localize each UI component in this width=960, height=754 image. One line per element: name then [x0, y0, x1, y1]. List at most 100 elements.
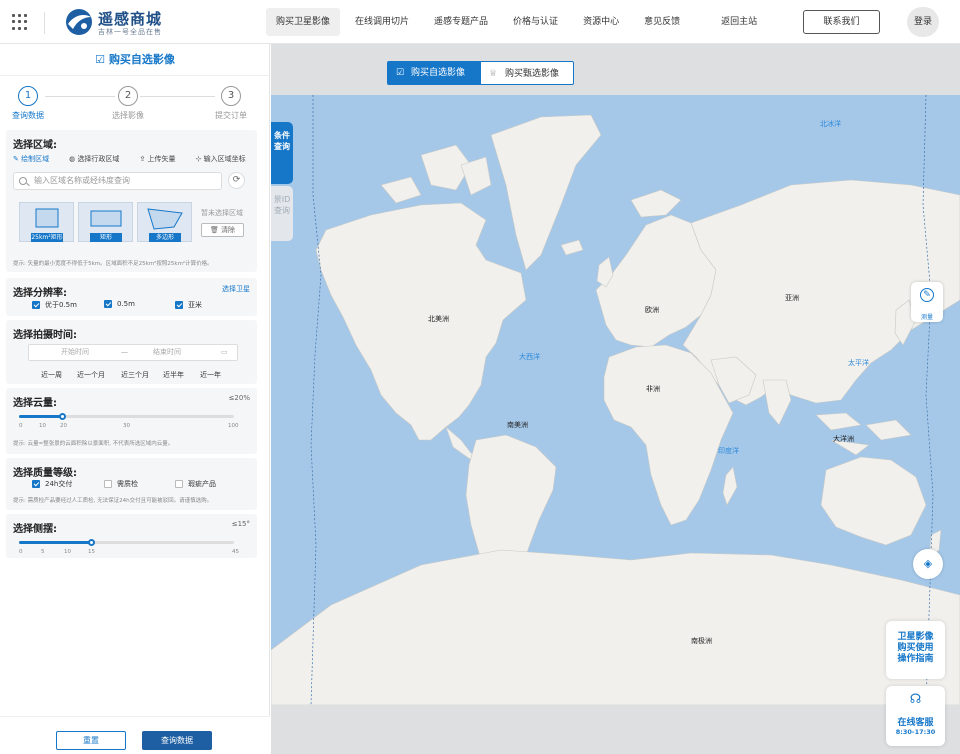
end-date-input[interactable]: 结束时间 [153, 345, 181, 360]
tilt-slider-handle[interactable] [88, 539, 95, 546]
date-separator: — [121, 348, 128, 356]
option-label: 亚米 [188, 301, 202, 309]
quick-last-half-year[interactable]: 近半年 [163, 370, 184, 380]
tab-draw-area[interactable]: ✎ 绘制区域 [13, 154, 59, 164]
slider-tick: 0 [19, 423, 23, 429]
purchase-guide-button[interactable]: 卫星影像购买使用操作指南 [886, 621, 945, 679]
ocean-label: 太平洋 [848, 359, 869, 367]
checkbox-checked-icon [32, 301, 40, 309]
quick-last-year[interactable]: 近一年 [200, 370, 221, 380]
quality-option[interactable]: 瑕疵产品 [175, 479, 216, 489]
square-shape-icon [35, 208, 59, 228]
option-label: 优于0.5m [45, 301, 77, 309]
cloud-slider-fill [19, 415, 62, 418]
area-hint: 提示: 矢量的最小宽度不得低于5km。区域面积不足25km²按照25km²计算价… [13, 261, 213, 267]
tab-label: 购买甄选影像 [505, 69, 560, 79]
measure-tool[interactable]: ✎ 测量 [911, 282, 943, 322]
area-section: 选择区域: ✎ 绘制区域 ◍ 选择行政区域 ⇪ 上传矢量 ⊹ 输入区域坐标 输入… [6, 130, 257, 272]
ocean-label: 印度洋 [718, 447, 739, 455]
resolution-option[interactable]: 优于0.5m [32, 300, 77, 310]
quality-option[interactable]: 需质检 [104, 479, 138, 489]
area-search-input[interactable]: 输入区域名称或经纬度查询 [13, 172, 222, 190]
continent-label: 亚洲 [785, 294, 799, 302]
resolution-option[interactable]: 0.5m [104, 300, 135, 308]
tab-admin-area[interactable]: ◍ 选择行政区域 [69, 154, 129, 164]
sidebar-actions: 重置 查询数据 [0, 716, 270, 754]
shape-label: 矩形 [90, 233, 122, 242]
cloud-value: ≤20% [228, 394, 250, 402]
quick-last-three-months[interactable]: 近三个月 [121, 370, 149, 380]
step-number: 1 [18, 86, 38, 106]
service-hours: 8:30-17:30 [895, 728, 936, 736]
nav-feedback[interactable]: 意见反馈 [634, 8, 690, 36]
slider-tick: 100 [228, 423, 239, 429]
checkbox-unchecked-icon [104, 480, 112, 488]
tab-curated-imagery[interactable]: ♕ 购买甄选影像 [480, 61, 574, 85]
section-title: 选择拍摄时间: [13, 330, 77, 341]
nav-thematic-products[interactable]: 遥感专题产品 [424, 8, 498, 36]
shape-25km-rect[interactable]: 25km²矩形 [19, 202, 74, 242]
contact-us-button[interactable]: 联系我们 [803, 10, 880, 34]
date-range-picker[interactable]: 开始时间 — 结束时间 ▭ [28, 344, 238, 361]
refresh-icon[interactable]: ⟳ [228, 172, 245, 189]
quality-section: 选择质量等级: 24h交付 需质检 瑕疵产品 提示: 需质检产品要经过人工质检,… [6, 458, 257, 510]
option-label: 24h交付 [45, 480, 73, 488]
apps-grid-icon[interactable] [12, 14, 28, 30]
shape-label: 多边形 [149, 233, 181, 242]
shape-rectangle[interactable]: 矩形 [78, 202, 133, 242]
step-label: 提交订单 [215, 111, 247, 120]
continent-label: 非洲 [646, 385, 660, 393]
section-title: 选择区域: [13, 140, 57, 151]
resolution-section: 选择分辨率: 选择卫星 优于0.5m 0.5m 亚米 [6, 278, 257, 316]
reset-button[interactable]: 重置 [56, 731, 126, 750]
option-label: 瑕疵产品 [188, 480, 216, 488]
checkbox-unchecked-icon [175, 480, 183, 488]
login-button[interactable]: 登录 [907, 7, 939, 37]
time-section: 选择拍摄时间: 开始时间 — 结束时间 ▭ 近一周 近一个月 近三个月 近半年 … [6, 320, 257, 384]
tab-upload-vector[interactable]: ⇪ 上传矢量 [139, 154, 185, 164]
section-title: 选择云量: [13, 398, 57, 409]
crown-icon: ♕ [489, 69, 498, 79]
step-number: 2 [118, 86, 138, 106]
layers-icon[interactable]: ◈ [913, 549, 943, 579]
continent-label: 大洋洲 [833, 435, 854, 443]
step-label: 查询数据 [12, 111, 44, 120]
step-connector [140, 96, 215, 97]
section-title: 选择分辨率: [13, 288, 67, 299]
slider-tick: 45 [232, 549, 239, 555]
quick-last-month[interactable]: 近一个月 [77, 370, 105, 380]
clear-label: 清除 [221, 226, 236, 234]
nav-online-tiles[interactable]: 在线调用切片 [345, 8, 419, 36]
cloud-hint: 提示: 云量=整张景的云面积除以景面积, 不代表所选区域内云量。 [13, 441, 174, 447]
brand-name: 遥感商城 [98, 10, 163, 28]
cloud-slider-handle[interactable] [59, 413, 66, 420]
query-data-button[interactable]: 查询数据 [142, 731, 212, 750]
step-connector [45, 96, 115, 97]
resolution-option[interactable]: 亚米 [175, 300, 202, 310]
nav-return-home[interactable]: 返回主站 [711, 8, 767, 36]
select-image-icon: ☑ [95, 53, 105, 66]
shape-polygon[interactable]: 多边形 [137, 202, 192, 242]
nav-resource-center[interactable]: 资源中心 [573, 8, 629, 36]
top-navigation-bar: 遥感商城 吉林一号全品在售 购买卫星影像 在线调用切片 遥感专题产品 价格与认证… [0, 0, 960, 44]
quick-last-week[interactable]: 近一周 [41, 370, 62, 380]
divider [44, 12, 45, 34]
sidebar-title-text: 购买自选影像 [108, 53, 175, 66]
tab-custom-imagery[interactable]: ☑ 购买自选影像 [387, 61, 480, 85]
tab-input-coordinates[interactable]: ⊹ 输入区域坐标 [196, 154, 256, 164]
select-satellite-link[interactable]: 选择卫星 [222, 284, 250, 294]
online-service-button[interactable]: ☊ 在线客服 8:30-17:30 [886, 686, 945, 746]
clear-area-button[interactable]: 🗑︎ 清除 [201, 223, 244, 237]
continent-label: 欧洲 [645, 306, 659, 314]
world-map[interactable] [271, 95, 960, 705]
nav-pricing[interactable]: 价格与认证 [503, 8, 568, 36]
tab-condition-query[interactable]: 条件查询 [271, 122, 293, 184]
trash-icon: 🗑︎ [209, 226, 219, 234]
quality-option[interactable]: 24h交付 [32, 479, 72, 489]
area-tabs: ✎ 绘制区域 ◍ 选择行政区域 ⇪ 上传矢量 ⊹ 输入区域坐标 [13, 154, 266, 164]
tab-scene-id-query[interactable]: 景ID查询 [271, 186, 293, 241]
start-date-input[interactable]: 开始时间 [61, 345, 89, 360]
section-title: 选择质量等级: [13, 468, 77, 479]
brand-logo-icon[interactable] [64, 7, 94, 37]
nav-buy-satellite-imagery[interactable]: 购买卫星影像 [266, 8, 341, 36]
